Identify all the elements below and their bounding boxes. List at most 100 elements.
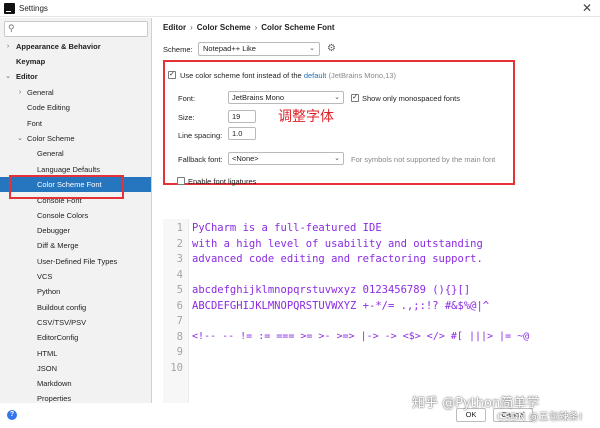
annotation-text: 调整字体 bbox=[278, 109, 334, 125]
sidebar-item-json[interactable]: JSON bbox=[0, 361, 151, 376]
code-line: with a high level of usability and outst… bbox=[192, 237, 483, 250]
code-line: PyCharm is a full-featured IDE bbox=[192, 222, 382, 234]
size-label: Size: bbox=[178, 113, 195, 122]
font-preview-editor[interactable]: 1 PyCharm is a full-featured IDE 2 with … bbox=[163, 219, 600, 403]
sidebar-item-color-scheme[interactable]: ⌄ Color Scheme bbox=[0, 131, 151, 146]
breadcrumb-color-scheme-font: Color Scheme Font bbox=[261, 23, 335, 32]
chevron-down-icon[interactable]: ⌄ bbox=[4, 69, 12, 84]
line-spacing-label: Line spacing: bbox=[178, 131, 223, 140]
use-scheme-font-checkbox[interactable]: ✓ bbox=[168, 71, 176, 79]
sidebar-item-label: Color Scheme bbox=[27, 134, 75, 143]
scheme-select[interactable]: Notepad++ Like ⌄ bbox=[198, 42, 320, 56]
line-number: 1 bbox=[176, 222, 183, 234]
monospaced-label: Show only monospaced fonts bbox=[362, 94, 460, 103]
close-icon[interactable]: ✕ bbox=[582, 1, 592, 15]
line-number: 9 bbox=[176, 346, 183, 358]
sidebar-item-font[interactable]: Font bbox=[0, 116, 151, 131]
line-number: 2 bbox=[176, 237, 183, 250]
font-ligatures-checkbox[interactable] bbox=[177, 177, 185, 185]
sidebar-item-color-scheme-general[interactable]: General bbox=[0, 146, 151, 161]
line-number: 8 bbox=[176, 330, 183, 343]
sidebar-item-label: Properties bbox=[37, 394, 72, 403]
pycharm-logo-icon bbox=[4, 3, 15, 14]
breadcrumb-editor[interactable]: Editor bbox=[163, 23, 186, 32]
settings-sidebar: ⚲ › Appearance & Behavior Keymap ⌄ Edito… bbox=[0, 18, 152, 403]
scheme-label: Scheme: bbox=[163, 45, 193, 54]
sidebar-item-label: Buildout config bbox=[37, 303, 87, 312]
font-select-value: JetBrains Mono bbox=[232, 93, 285, 102]
sidebar-item-diff-merge[interactable]: Diff & Merge bbox=[0, 238, 151, 253]
font-size-input[interactable]: 19 bbox=[228, 110, 256, 123]
breadcrumb-color-scheme[interactable]: Color Scheme bbox=[197, 23, 251, 32]
sidebar-item-label: Appearance & Behavior bbox=[16, 42, 101, 51]
fallback-font-label: Fallback font: bbox=[178, 155, 223, 164]
gear-icon[interactable]: ⚙ bbox=[327, 43, 336, 54]
sidebar-item-properties[interactable]: Properties bbox=[0, 391, 151, 406]
sidebar-item-general[interactable]: › General bbox=[0, 85, 151, 100]
chevron-down-icon: ⌄ bbox=[334, 94, 340, 101]
sidebar-item-label: CSV/TSV/PSV bbox=[37, 318, 87, 327]
sidebar-item-label: Code Editing bbox=[27, 103, 70, 112]
sidebar-item-label: VCS bbox=[37, 272, 53, 281]
fallback-font-value: <None> bbox=[232, 154, 259, 163]
sidebar-search-box[interactable]: ⚲ bbox=[4, 21, 148, 37]
sidebar-item-editorconfig[interactable]: EditorConfig bbox=[0, 330, 151, 345]
sidebar-item-markdown[interactable]: Markdown bbox=[0, 376, 151, 391]
sidebar-item-label: Diff & Merge bbox=[37, 241, 79, 250]
chevron-right-icon[interactable]: › bbox=[16, 85, 24, 100]
sidebar-item-user-defined-file-types[interactable]: User-Defined File Types bbox=[0, 254, 151, 269]
monospaced-checkbox[interactable]: ✓ bbox=[351, 94, 359, 102]
sidebar-item-buildout-config[interactable]: Buildout config bbox=[0, 300, 151, 315]
title-bar: Settings ✕ bbox=[0, 0, 600, 17]
highlight-box-sidebar bbox=[9, 175, 124, 199]
sidebar-item-html[interactable]: HTML bbox=[0, 346, 151, 361]
code-line: <!-- -- != := === >= >- >=> |-> -> <$> <… bbox=[192, 330, 530, 342]
watermark-csdn: CSDN @五包辣条! bbox=[497, 412, 583, 423]
line-number: 4 bbox=[176, 268, 183, 281]
help-icon[interactable]: ? bbox=[7, 410, 17, 420]
line-number: 5 bbox=[176, 284, 183, 296]
sidebar-item-label: EditorConfig bbox=[37, 333, 79, 342]
font-select[interactable]: JetBrains Mono ⌄ bbox=[228, 91, 344, 104]
chevron-down-icon: ⌄ bbox=[309, 45, 315, 52]
sidebar-item-label: User-Defined File Types bbox=[37, 257, 118, 266]
sidebar-search-input[interactable] bbox=[20, 23, 145, 35]
sidebar-item-appearance-behavior[interactable]: › Appearance & Behavior bbox=[0, 39, 151, 54]
line-number: 6 bbox=[176, 299, 183, 312]
window-title: Settings bbox=[19, 4, 48, 13]
font-label: Font: bbox=[178, 94, 196, 103]
sidebar-item-label: Editor bbox=[16, 72, 38, 81]
sidebar-item-editor[interactable]: ⌄ Editor bbox=[0, 69, 151, 84]
line-number: 10 bbox=[170, 361, 183, 374]
sidebar-item-code-editing[interactable]: Code Editing bbox=[0, 100, 151, 115]
chevron-right-icon[interactable]: › bbox=[4, 39, 12, 54]
search-icon: ⚲ bbox=[8, 23, 15, 33]
sidebar-item-label: Debugger bbox=[37, 226, 70, 235]
sidebar-item-python[interactable]: Python bbox=[0, 284, 151, 299]
sidebar-item-console-colors[interactable]: Console Colors bbox=[0, 208, 151, 223]
code-line: ABCDEFGHIJKLMNOPQRSTUVWXYZ +-*/= .,;:!? … bbox=[192, 299, 490, 312]
code-line: abcdefghijklmnopqrstuvwxyz 0123456789 ()… bbox=[192, 284, 471, 296]
fallback-font-hint: For symbols not supported by the main fo… bbox=[351, 155, 496, 164]
sidebar-item-label: Markdown bbox=[37, 379, 72, 388]
sidebar-item-label: Console Colors bbox=[37, 211, 89, 220]
sidebar-item-vcs[interactable]: VCS bbox=[0, 269, 151, 284]
scheme-select-value: Notepad++ Like bbox=[203, 44, 256, 53]
breadcrumb-separator: › bbox=[254, 23, 258, 32]
chevron-down-icon[interactable]: ⌄ bbox=[16, 131, 24, 146]
breadcrumb-separator: › bbox=[190, 23, 193, 32]
sidebar-item-debugger[interactable]: Debugger bbox=[0, 223, 151, 238]
code-line: advanced code editing and refactoring su… bbox=[192, 253, 483, 265]
use-scheme-font-text: Use color scheme font instead of the bbox=[180, 71, 302, 80]
sidebar-item-keymap[interactable]: Keymap bbox=[0, 54, 151, 69]
fallback-font-select[interactable]: <None> ⌄ bbox=[228, 152, 344, 165]
sidebar-item-label: JSON bbox=[37, 364, 58, 373]
default-font-link[interactable]: default bbox=[304, 71, 327, 80]
chevron-down-icon: ⌄ bbox=[334, 155, 340, 162]
sidebar-item-csv-tsv-psv[interactable]: CSV/TSV/PSV bbox=[0, 315, 151, 330]
sidebar-item-label: Python bbox=[37, 287, 61, 296]
line-spacing-input[interactable]: 1.0 bbox=[228, 127, 256, 140]
sidebar-item-label: Font bbox=[27, 119, 43, 128]
sidebar-item-label: General bbox=[37, 149, 64, 158]
line-number: 7 bbox=[176, 315, 183, 327]
